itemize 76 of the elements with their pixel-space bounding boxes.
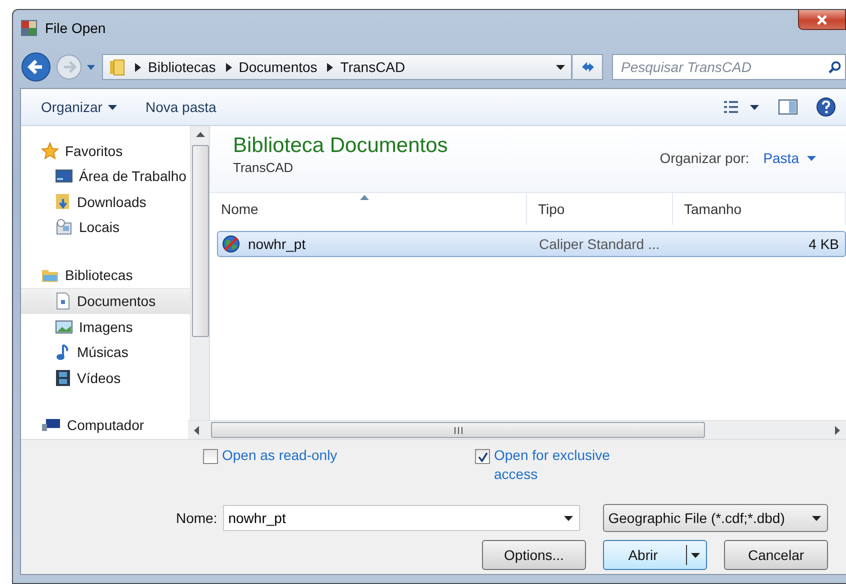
column-header[interactable]: Tipo: [527, 193, 673, 225]
breadcrumb-arrow-icon[interactable]: [135, 62, 141, 72]
navigation-item[interactable]: Downloads: [21, 189, 190, 214]
breadcrumb-arrow-icon[interactable]: [327, 62, 334, 72]
preview-pane-icon[interactable]: [778, 99, 798, 115]
dropdown-arrow-icon[interactable]: [556, 64, 565, 70]
refresh-button[interactable]: [573, 54, 603, 80]
file-name: nowhr_pt: [248, 236, 306, 252]
recent-places-icon: [55, 218, 73, 236]
file-name-label: Nome:: [176, 510, 218, 526]
dropdown-arrow-icon[interactable]: [564, 516, 574, 521]
caret-icon: [108, 104, 118, 110]
checkmark-icon: [478, 452, 488, 462]
refresh-icon: [580, 60, 596, 74]
arrange-by-dropdown[interactable]: Pasta: [763, 150, 816, 166]
file-row[interactable]: nowhr_pt Caliper Standard ... 4 KB: [217, 231, 846, 257]
close-icon: [816, 14, 828, 24]
history-dropdown-icon[interactable]: [86, 63, 96, 71]
checkbox[interactable]: [475, 449, 490, 464]
search-icon: [828, 61, 841, 74]
caret-icon: [807, 156, 816, 160]
star-icon: [41, 142, 59, 160]
app-icon: [20, 19, 38, 37]
globe-icon: [222, 235, 240, 253]
library-subtitle: TransCAD: [233, 160, 294, 175]
file-size: 4 KB: [808, 236, 839, 252]
caret-icon: [691, 552, 700, 558]
address-bar[interactable]: Bibliotecas Documentos TransCAD: [102, 54, 572, 80]
column-header[interactable]: Tamanho: [673, 193, 846, 225]
close-button[interactable]: [798, 10, 846, 30]
music-note-icon: [55, 343, 71, 362]
dropdown-arrow-icon[interactable]: [812, 516, 822, 520]
document-icon: [55, 292, 71, 310]
navigation-item[interactable]: Documentos: [21, 288, 190, 314]
image-icon: [55, 320, 73, 334]
window-title: File Open: [45, 20, 106, 36]
folder-icon: [109, 58, 125, 76]
scroll-up-icon[interactable]: [196, 132, 204, 137]
breadcrumb-arrow-icon[interactable]: [226, 62, 232, 72]
column-header[interactable]: Nome: [210, 193, 527, 225]
arrange-by-label: Organizar por:: [660, 150, 750, 166]
navigation-group[interactable]: Computador: [21, 412, 190, 438]
sort-arrow-icon: [360, 195, 369, 200]
navigation-group[interactable]: Favoritos: [21, 138, 190, 164]
file-type-dropdown[interactable]: Geographic File (*.cdf;*.dbd): [603, 504, 828, 532]
breadcrumb-item[interactable]: TransCAD: [340, 59, 406, 75]
dialog-button[interactable]: Options...: [482, 540, 586, 570]
download-folder-icon: [55, 192, 71, 211]
film-icon: [55, 368, 71, 387]
checkbox-option[interactable]: Open as read-only: [203, 446, 475, 494]
navigation-item[interactable]: Área de Trabalho: [21, 164, 190, 189]
open-split-button[interactable]: Abrir: [603, 540, 707, 570]
navigation-item[interactable]: Músicas: [21, 340, 190, 365]
help-icon[interactable]: [816, 97, 836, 117]
checkbox[interactable]: [203, 449, 218, 464]
breadcrumb-item[interactable]: Documentos: [238, 59, 318, 75]
navigation-item[interactable]: Imagens: [21, 314, 190, 340]
scroll-left-icon[interactable]: [194, 426, 199, 434]
scroll-right-icon[interactable]: [835, 426, 840, 434]
dialog-button[interactable]: Cancelar: [724, 540, 828, 570]
navigation-item[interactable]: Locais: [21, 214, 190, 240]
new-folder-button[interactable]: Nova pasta: [137, 95, 224, 119]
grip-icon: [454, 426, 462, 434]
checkbox-option[interactable]: Open for exclusive access: [475, 446, 624, 494]
file-name-field[interactable]: nowhr_pt: [223, 505, 580, 531]
scrollbar[interactable]: [188, 420, 846, 439]
computer-icon: [41, 418, 61, 432]
search-field[interactable]: Pesquisar TransCAD: [612, 54, 846, 80]
desktop-icon: [55, 169, 73, 184]
file-type: Caliper Standard ...: [539, 236, 660, 252]
navigation-item[interactable]: Vídeos: [21, 365, 190, 390]
view-options-icon[interactable]: [724, 100, 760, 114]
library-title: Biblioteca Documentos: [233, 134, 448, 158]
organize-menu-button[interactable]: Organizar: [33, 95, 126, 119]
navigation-group[interactable]: Bibliotecas: [21, 262, 190, 288]
breadcrumb-item[interactable]: Bibliotecas: [148, 59, 216, 75]
